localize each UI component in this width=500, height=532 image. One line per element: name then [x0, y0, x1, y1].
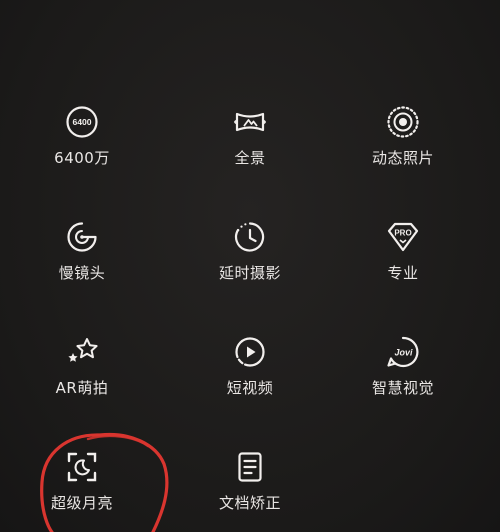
mode-label: 动态照片 — [371, 149, 434, 167]
pro-icon: PRO — [385, 219, 421, 255]
mode-label: 超级月亮 — [50, 494, 113, 512]
jovi-icon: Jovi — [385, 334, 421, 370]
6400-badge-icon: 6400 — [64, 104, 100, 140]
timelapse-icon — [232, 219, 268, 255]
mode-timelapse[interactable]: 延时摄影 — [173, 219, 327, 299]
mode-panorama[interactable]: 全景 — [173, 104, 327, 184]
mode-jovi-vision[interactable]: Jovi 智慧视觉 — [326, 334, 480, 414]
mode-ar-sticker[interactable]: AR萌拍 — [5, 334, 159, 414]
super-moon-icon — [64, 449, 100, 485]
mode-label: 文档矫正 — [218, 494, 281, 512]
ar-stars-icon — [64, 334, 100, 370]
mode-label: 慢镜头 — [58, 264, 106, 282]
camera-more-modes-screen: 6400 6400万 全景 动态照片 慢镜头 延时摄影 PRO 专业 AR萌拍 … — [0, 0, 500, 532]
mode-label: 智慧视觉 — [371, 379, 434, 397]
mode-label: 延时摄影 — [218, 264, 281, 282]
live-photo-icon — [385, 104, 421, 140]
mode-label: 全景 — [234, 149, 266, 167]
slow-motion-icon — [64, 219, 100, 255]
mode-grid: 6400 6400万 全景 动态照片 慢镜头 延时摄影 PRO 专业 AR萌拍 … — [20, 100, 480, 532]
document-icon — [232, 449, 268, 485]
mode-64mp[interactable]: 6400 6400万 — [5, 104, 159, 184]
mode-label: 短视频 — [226, 379, 274, 397]
panorama-icon — [232, 104, 268, 140]
mode-label: AR萌拍 — [55, 379, 109, 397]
pro-badge-text: PRO — [394, 229, 411, 238]
mode-document-correction[interactable]: 文档矫正 — [173, 449, 327, 529]
mode-pro[interactable]: PRO 专业 — [326, 219, 480, 299]
short-video-icon — [232, 334, 268, 370]
mode-label: 专业 — [387, 264, 419, 282]
mode-short-video[interactable]: 短视频 — [173, 334, 327, 414]
mode-slow-motion[interactable]: 慢镜头 — [5, 219, 159, 299]
mode-live-photo[interactable]: 动态照片 — [326, 104, 480, 184]
mode-super-moon[interactable]: 超级月亮 — [5, 449, 159, 529]
6400-badge-text: 6400 — [72, 117, 91, 127]
mode-label: 6400万 — [54, 149, 110, 167]
jovi-badge-text: Jovi — [394, 348, 413, 358]
